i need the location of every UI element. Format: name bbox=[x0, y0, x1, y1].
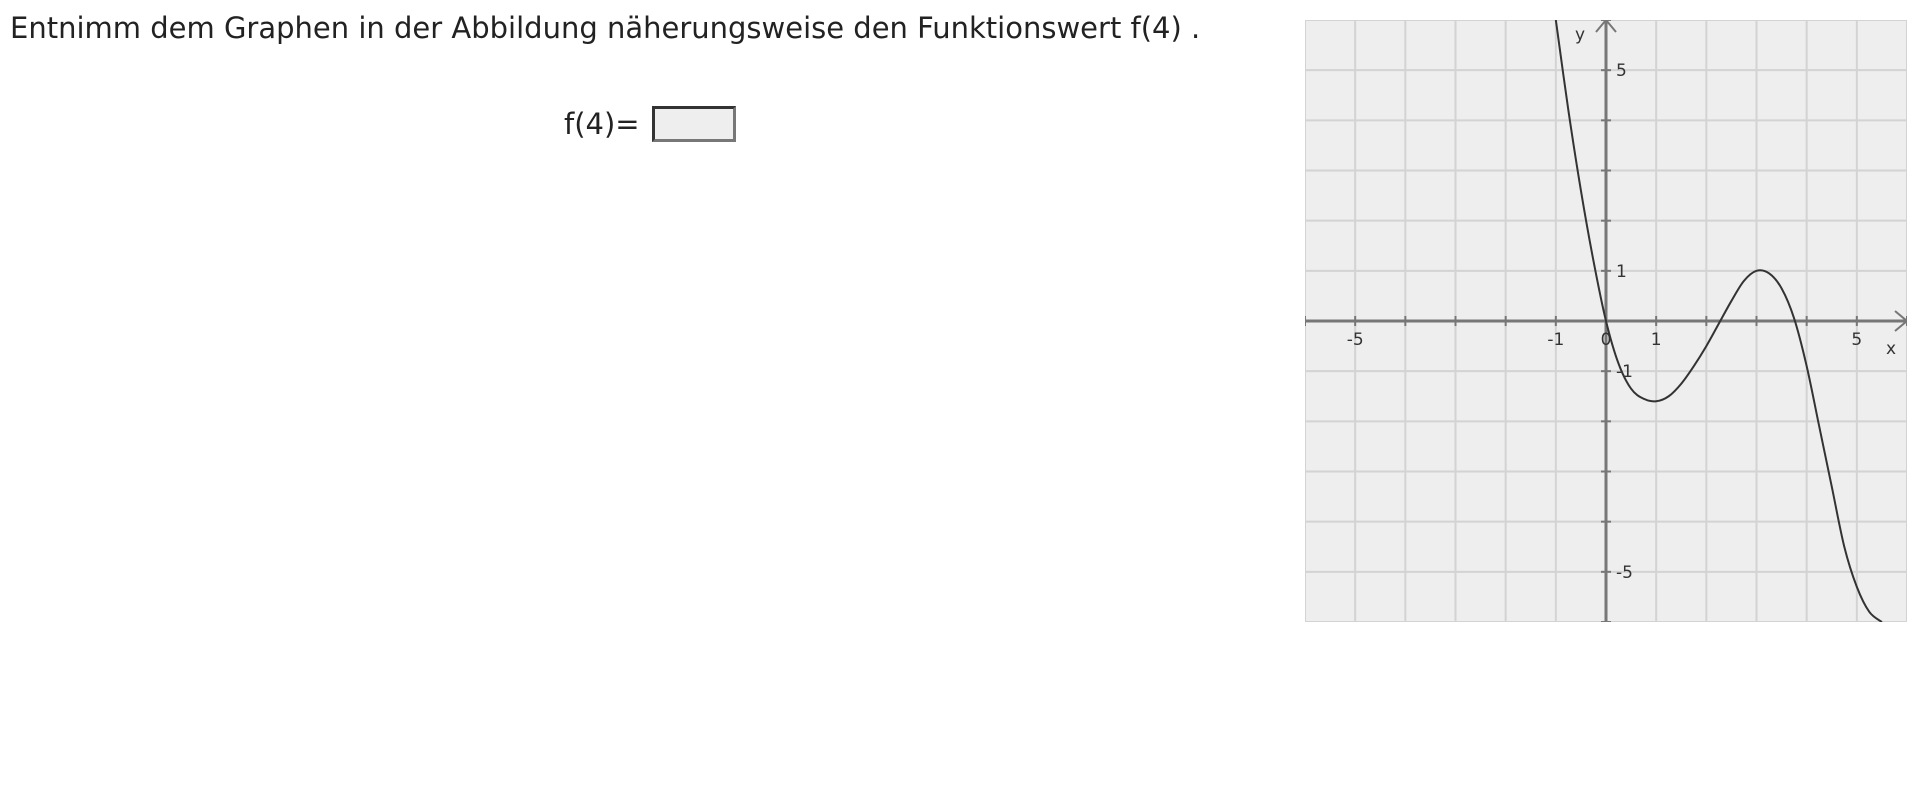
y-tick-label: 1 bbox=[1616, 262, 1627, 282]
function-graph: -5 -1 0 1 551-1-5xy bbox=[1305, 20, 1907, 622]
x-tick-label: -5 bbox=[1347, 330, 1364, 350]
y-axis-label: y bbox=[1575, 25, 1585, 45]
answer-label: f(4)= bbox=[564, 107, 640, 141]
x-axis-label: x bbox=[1886, 339, 1896, 359]
x-tick-label: -1 bbox=[1547, 330, 1564, 350]
answer-row: f(4)= bbox=[564, 104, 736, 144]
x-tick-label: 5 bbox=[1851, 330, 1862, 350]
answer-input[interactable] bbox=[651, 106, 736, 142]
y-tick-label: -5 bbox=[1616, 563, 1633, 583]
y-tick-label: 5 bbox=[1616, 61, 1627, 81]
question-text: Entnimm dem Graphen in der Abbildung näh… bbox=[10, 11, 1201, 45]
x-tick-label: 1 bbox=[1651, 330, 1662, 350]
